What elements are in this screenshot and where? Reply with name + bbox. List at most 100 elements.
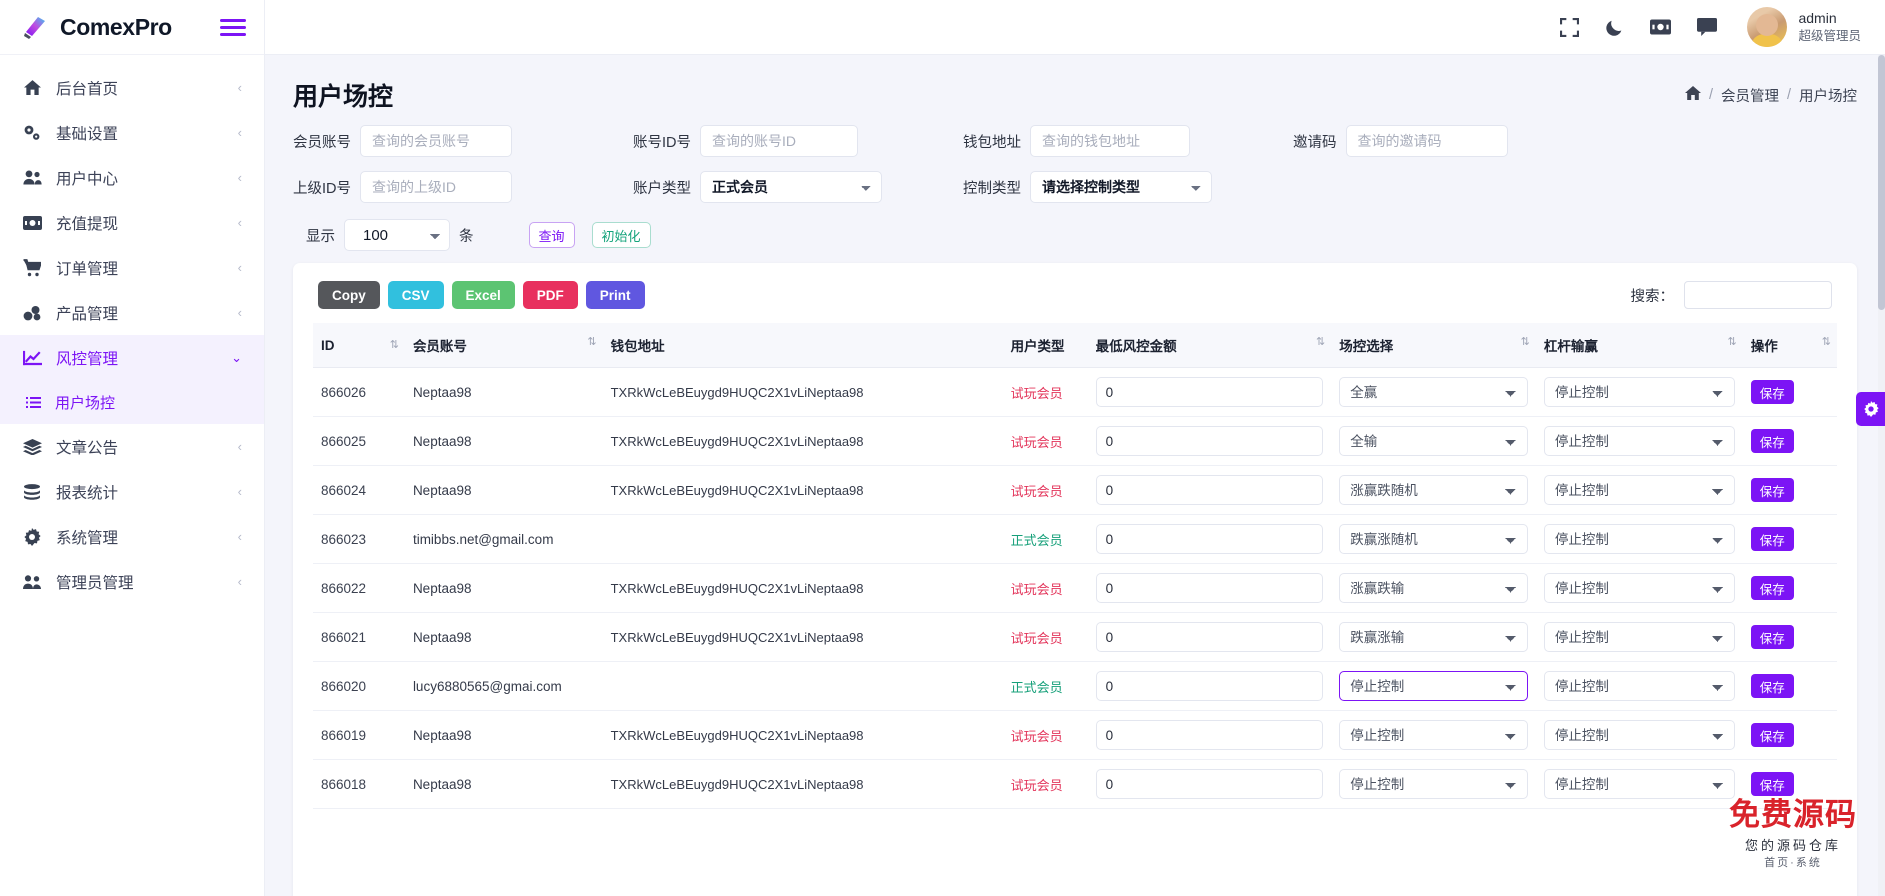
column-header-id[interactable]: ID⇅ [313, 323, 405, 368]
sidebar-item-user-scene-control[interactable]: 用户场控 [0, 380, 264, 424]
leverage-select[interactable]: 停止控制 [1544, 720, 1735, 750]
sidebar-item-dashboard[interactable]: 后台首页 ‹ [0, 65, 264, 110]
save-button[interactable]: 保存 [1751, 429, 1794, 453]
control-select[interactable]: 跌赢涨输 [1339, 622, 1528, 652]
sidebar-item-product-management[interactable]: 产品管理 ‹ [0, 290, 264, 335]
scrollbar-thumb[interactable] [1878, 55, 1885, 310]
sidebar-item-reports[interactable]: 报表统计 ‹ [0, 469, 264, 514]
control-select[interactable]: 停止控制 [1339, 769, 1528, 799]
column-header-min-amount[interactable]: 最低风控金额⇅ [1088, 323, 1332, 368]
control-select[interactable]: 涨赢跌输 [1339, 573, 1528, 603]
cell-id: 866023 [313, 515, 405, 564]
column-header-user-type[interactable]: 用户类型 [1003, 323, 1088, 368]
page-scrollbar[interactable] [1878, 55, 1885, 896]
page-size-select[interactable]: 100 [344, 219, 450, 251]
control-type-select[interactable]: 请选择控制类型 [1030, 171, 1212, 203]
breadcrumb-item-member-management[interactable]: 会员管理 [1721, 85, 1779, 106]
sidebar-item-risk-management[interactable]: 风控管理 ⌄ [0, 335, 264, 380]
home-icon[interactable] [1685, 85, 1701, 105]
search-input[interactable] [1684, 281, 1832, 309]
save-button[interactable]: 保存 [1751, 478, 1794, 502]
export-buttons: Copy CSV Excel PDF Print [318, 281, 1631, 309]
theme-settings-button[interactable] [1856, 392, 1885, 426]
sort-icon[interactable]: ⇅ [587, 335, 594, 348]
min-risk-amount-input[interactable] [1096, 573, 1324, 603]
sort-icon[interactable]: ⇅ [1727, 335, 1734, 348]
save-button[interactable]: 保存 [1751, 723, 1794, 747]
table-row: 866025Neptaa98TXRkWcLeBEuygd9HUQC2X1vLiN… [313, 417, 1837, 466]
sidebar-item-user-center[interactable]: 用户中心 ‹ [0, 155, 264, 200]
copy-button[interactable]: Copy [318, 281, 380, 309]
fullscreen-icon[interactable] [1560, 18, 1579, 37]
control-select[interactable]: 全输 [1339, 426, 1528, 456]
cell-min-amount [1088, 711, 1332, 760]
sidebar-item-label: 后台首页 [56, 77, 224, 99]
leverage-select[interactable]: 停止控制 [1544, 524, 1735, 554]
member-account-input[interactable] [360, 125, 512, 157]
parent-id-input[interactable] [360, 171, 512, 203]
print-button[interactable]: Print [586, 281, 645, 309]
wallet-address-input[interactable] [1030, 125, 1190, 157]
min-risk-amount-input[interactable] [1096, 426, 1324, 456]
save-button[interactable]: 保存 [1751, 674, 1794, 698]
excel-button[interactable]: Excel [452, 281, 515, 309]
min-risk-amount-input[interactable] [1096, 671, 1324, 701]
column-header-control-select[interactable]: 场控选择⇅ [1331, 323, 1536, 368]
leverage-select[interactable]: 停止控制 [1544, 475, 1735, 505]
watermark-sub: 您的源码仓库 [1729, 835, 1857, 854]
reset-button[interactable]: 初始化 [592, 222, 651, 248]
save-button[interactable]: 保存 [1751, 625, 1794, 649]
sort-icon[interactable]: ⇅ [1521, 335, 1528, 348]
user-type-badge: 正式会员 [1011, 533, 1063, 548]
leverage-select[interactable]: 停止控制 [1544, 671, 1735, 701]
min-risk-amount-input[interactable] [1096, 622, 1324, 652]
control-select[interactable]: 跌赢涨随机 [1339, 524, 1528, 554]
min-risk-amount-input[interactable] [1096, 475, 1324, 505]
moon-icon[interactable] [1605, 18, 1624, 37]
leverage-select[interactable]: 停止控制 [1544, 573, 1735, 603]
column-header-operation[interactable]: 操作⇅ [1743, 323, 1837, 368]
leverage-select[interactable]: 停止控制 [1544, 377, 1735, 407]
query-button[interactable]: 查询 [529, 222, 575, 248]
min-risk-amount-input[interactable] [1096, 769, 1324, 799]
save-button[interactable]: 保存 [1751, 576, 1794, 600]
control-select[interactable]: 停止控制 [1339, 671, 1528, 701]
cell-operation: 保存 [1743, 564, 1837, 613]
control-select[interactable]: 停止控制 [1339, 720, 1528, 750]
sort-icon[interactable]: ⇅ [390, 338, 397, 351]
csv-button[interactable]: CSV [388, 281, 444, 309]
sidebar-item-basic-settings[interactable]: 基础设置 ‹ [0, 110, 264, 155]
account-id-input[interactable] [700, 125, 858, 157]
sort-icon[interactable]: ⇅ [1822, 335, 1829, 348]
min-risk-amount-input[interactable] [1096, 720, 1324, 750]
leverage-select[interactable]: 停止控制 [1544, 769, 1735, 799]
leverage-select[interactable]: 停止控制 [1544, 622, 1735, 652]
message-icon[interactable] [1697, 18, 1717, 36]
user-menu[interactable]: admin 超级管理员 [1747, 7, 1861, 47]
cell-control-select: 跌赢涨输 [1331, 613, 1536, 662]
save-button[interactable]: 保存 [1751, 380, 1794, 404]
main-area: admin 超级管理员 用户场控 / 会员管理 / 用户场控 [265, 0, 1885, 896]
sort-icon[interactable]: ⇅ [1316, 335, 1323, 348]
account-type-select[interactable]: 正式会员 [700, 171, 882, 203]
control-select[interactable]: 涨赢跌随机 [1339, 475, 1528, 505]
column-header-wallet[interactable]: 钱包地址 [603, 323, 1003, 368]
sidebar-item-recharge-withdraw[interactable]: 充值提现 ‹ [0, 200, 264, 245]
sidebar-item-articles[interactable]: 文章公告 ‹ [0, 424, 264, 469]
save-button[interactable]: 保存 [1751, 527, 1794, 551]
hamburger-icon[interactable] [220, 19, 246, 36]
invite-code-input[interactable] [1346, 125, 1508, 157]
min-risk-amount-input[interactable] [1096, 377, 1324, 407]
min-risk-amount-input[interactable] [1096, 524, 1324, 554]
sidebar-item-system-management[interactable]: 系统管理 ‹ [0, 514, 264, 559]
cell-user-type: 试玩会员 [1003, 466, 1088, 515]
column-header-leverage[interactable]: 杠杆输赢⇅ [1536, 323, 1743, 368]
row-account: Neptaa98 [413, 581, 472, 596]
control-select[interactable]: 全赢 [1339, 377, 1528, 407]
pdf-button[interactable]: PDF [523, 281, 578, 309]
sidebar-item-admin-management[interactable]: 管理员管理 ‹ [0, 559, 264, 604]
cash-icon[interactable] [1650, 19, 1671, 35]
column-header-account[interactable]: 会员账号⇅ [405, 323, 603, 368]
leverage-select[interactable]: 停止控制 [1544, 426, 1735, 456]
sidebar-item-order-management[interactable]: 订单管理 ‹ [0, 245, 264, 290]
